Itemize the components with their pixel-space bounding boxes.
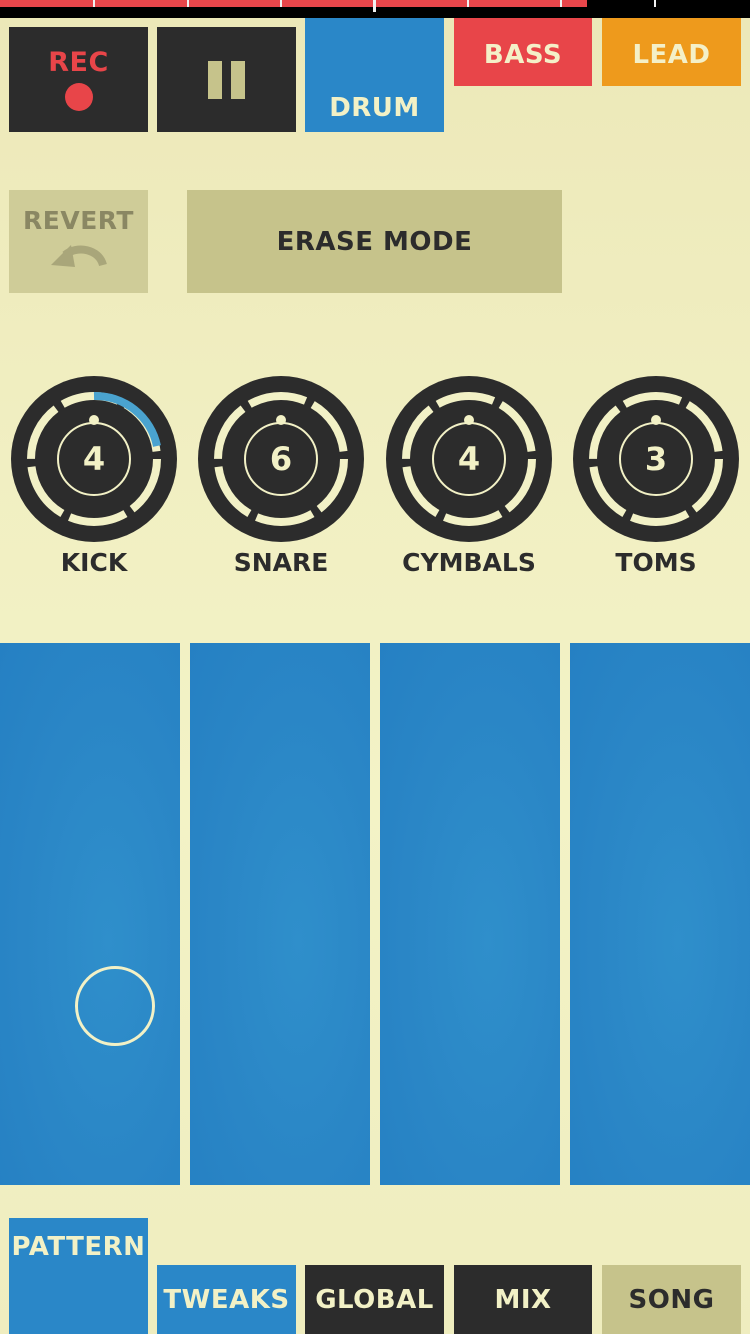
lead-label: LEAD	[632, 40, 711, 70]
tab-tweaks[interactable]: TWEAKS	[157, 1265, 296, 1334]
timeline-tick	[280, 0, 282, 7]
drum-pad-toms[interactable]	[570, 643, 750, 1185]
timeline-tick	[560, 0, 562, 7]
timeline-tick	[187, 0, 189, 7]
rec-button[interactable]: REC	[9, 27, 148, 132]
bass-label: BASS	[483, 40, 563, 70]
timeline-progress	[0, 0, 588, 7]
knob-label-cymbals: CYMBALS	[402, 548, 536, 577]
tab-global-label: GLOBAL	[315, 1284, 434, 1315]
knob-cymbals[interactable]: 4	[386, 376, 552, 542]
revert-button[interactable]: REVERT	[9, 190, 148, 293]
knob-label-kick: KICK	[60, 548, 128, 577]
drum-pad-cymbals[interactable]	[380, 643, 560, 1185]
pause-button[interactable]	[157, 27, 296, 132]
tab-tweaks-label: TWEAKS	[163, 1284, 290, 1315]
rec-label: REC	[48, 47, 109, 78]
knob-value: 6	[269, 440, 293, 478]
timeline-tick	[467, 0, 469, 7]
knob-value: 3	[644, 440, 668, 478]
timeline-bar[interactable]	[0, 0, 750, 18]
knob-label-toms: TOMS	[615, 548, 697, 577]
timeline-tick	[93, 0, 95, 7]
undo-arrow-icon	[50, 245, 107, 267]
record-dot-icon	[65, 83, 93, 111]
erase-mode-label: ERASE MODE	[276, 226, 473, 257]
timeline-playhead[interactable]	[373, 0, 376, 12]
touch-indicator	[75, 966, 155, 1046]
knob-label-snare: SNARE	[233, 548, 329, 577]
knob-toms[interactable]: 3	[573, 376, 739, 542]
knob-value: 4	[82, 440, 106, 478]
revert-label: REVERT	[23, 206, 134, 235]
knob-value: 4	[457, 440, 481, 478]
tab-pattern-label: PATTERN	[11, 1232, 146, 1262]
drum-pad-kick[interactable]	[0, 643, 180, 1185]
drum-pad-snare[interactable]	[190, 643, 370, 1185]
lead-button[interactable]: LEAD	[602, 18, 741, 86]
pause-icon	[157, 27, 296, 132]
tab-song-label: SONG	[628, 1284, 715, 1315]
tab-mix[interactable]: MIX	[454, 1265, 592, 1334]
tab-song[interactable]: SONG	[602, 1265, 741, 1334]
knob-snare[interactable]: 6	[198, 376, 364, 542]
bass-button[interactable]: BASS	[454, 18, 592, 86]
drum-button[interactable]: DRUM	[305, 18, 444, 132]
knob-kick[interactable]: 4	[11, 376, 177, 542]
drum-label: DRUM	[329, 93, 420, 123]
timeline-tick	[654, 0, 656, 7]
tab-pattern[interactable]: PATTERN	[9, 1218, 148, 1334]
erase-mode-button[interactable]: ERASE MODE	[187, 190, 562, 293]
tab-global[interactable]: GLOBAL	[305, 1265, 444, 1334]
tab-mix-label: MIX	[494, 1284, 552, 1315]
